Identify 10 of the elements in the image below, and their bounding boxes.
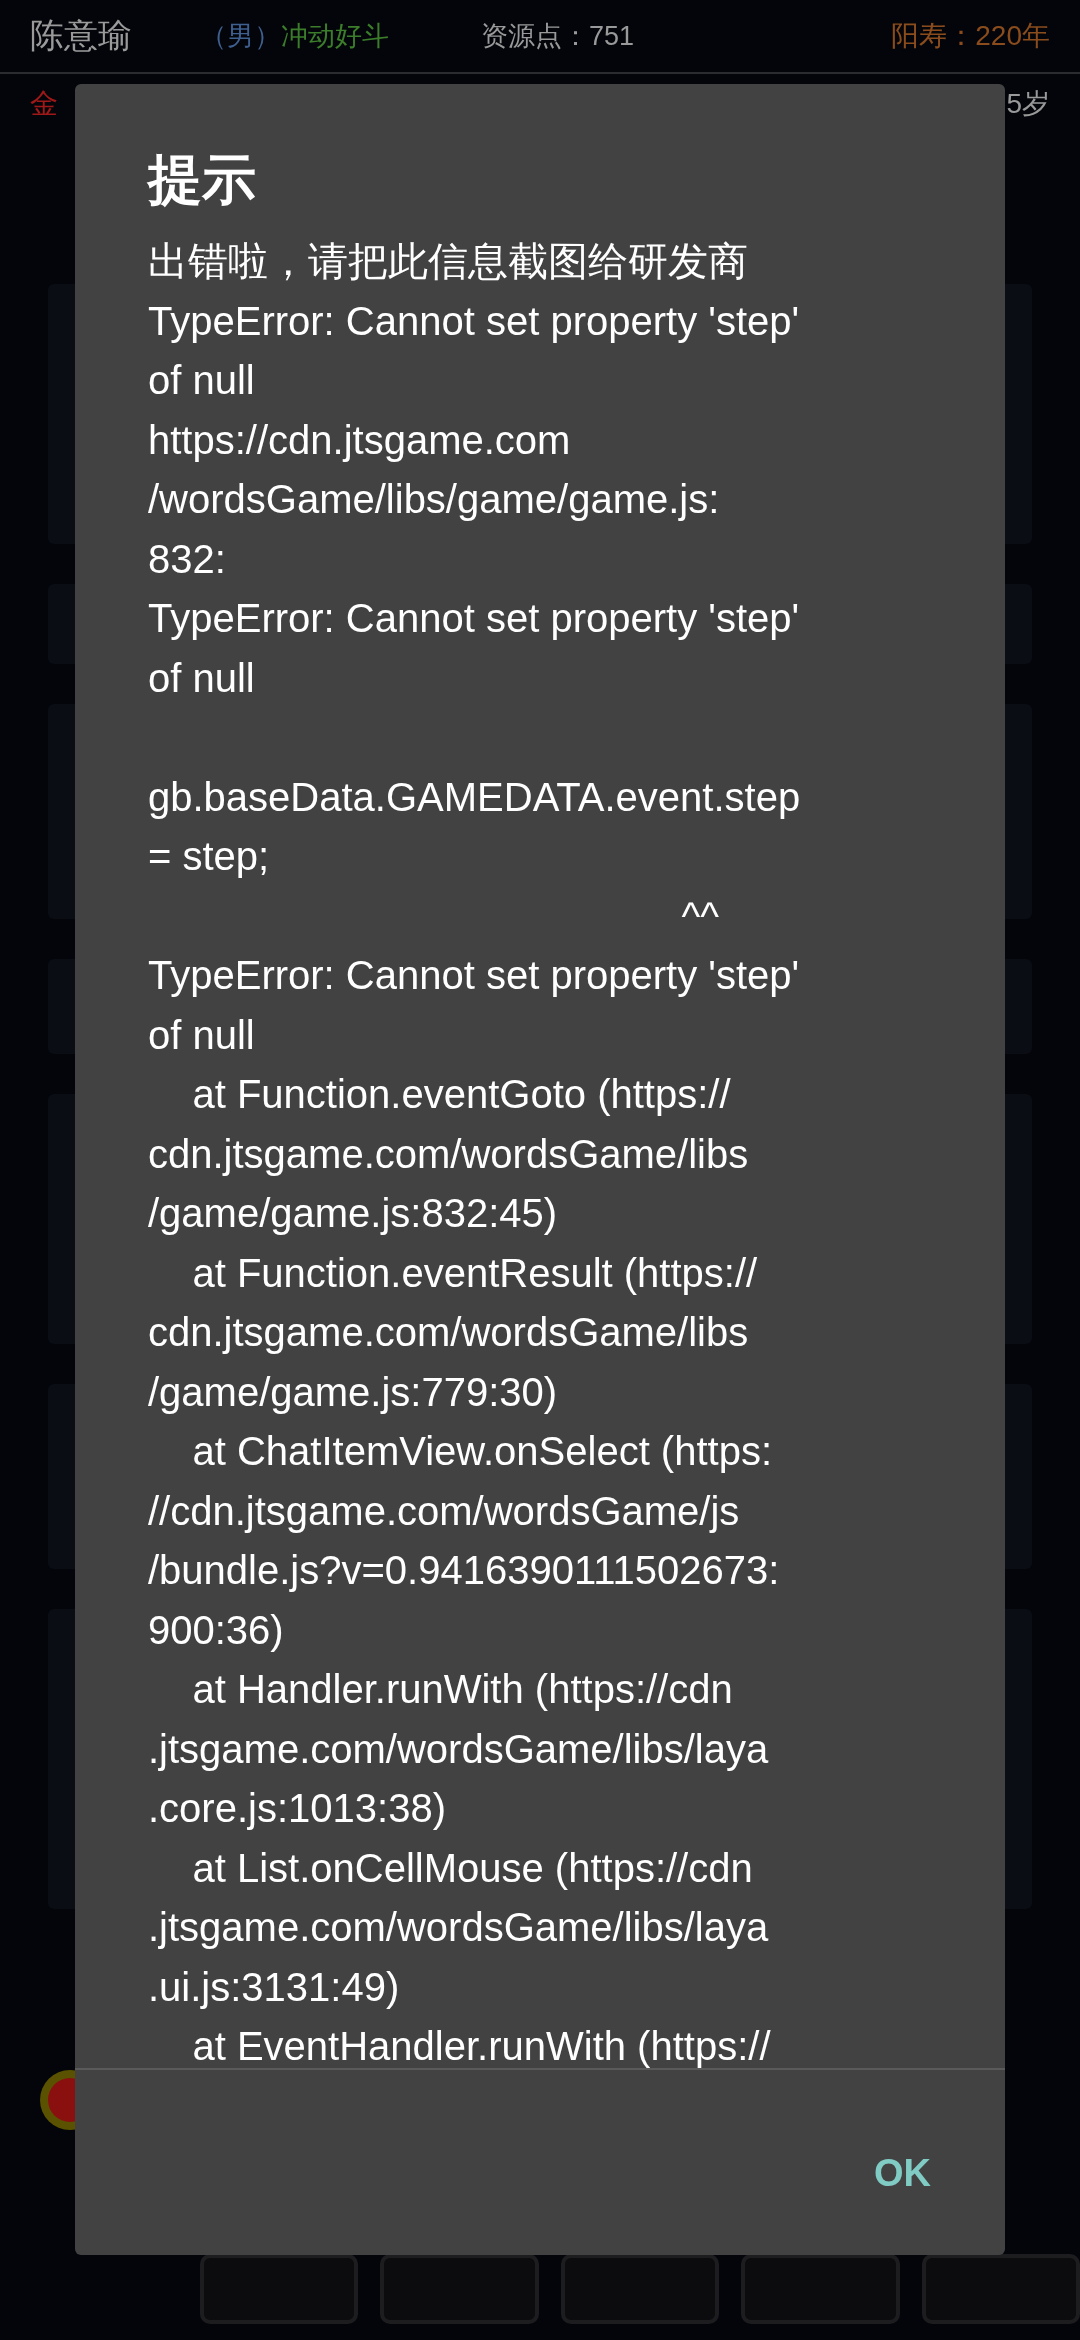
realm-label: 金 xyxy=(30,87,58,121)
ok-button[interactable]: OK xyxy=(850,2132,955,2215)
age-label: 5岁 xyxy=(1006,87,1050,121)
error-message: 出错啦，请把此信息截图给研发商 TypeError: Cannot set property 'step' of null https://cdn.jtsgame.com /wordsGame/libs/game/game.js: 832: TypeError: Cannot set property 'step' of null gb.baseData.GAMEDATA.event.step = step; ^^ TypeError: Cannot set property 'step' of null at Function.eventGoto (https:// cdn.jtsgame.com/wordsGame/libs /game/game.js:832:45) at Function.eventResult (https:// cdn.jtsgame.com/wordsGame/libs /game/game.js:779:30) at ChatItemView.onSelect (https: //cdn.jtsgame.com/wordsGame/js /bundle.js?v=0.9416390111502673: 900:36) at Handler.runWith (https://cdn .jtsgame.com/wordsGame/libs/laya .core.js:1013:38) at List.onCellMouse (https://cdn .jtsgame.com/wordsGame/libs/laya .ui.js:3131:49) at EventHandler.runWith (https:// xyxy=(148,238,802,2068)
resource-points: 资源点：751 xyxy=(481,20,635,53)
trait-label: 冲动好斗 xyxy=(281,20,390,53)
lifespan-label: 阳寿：220年 xyxy=(891,19,1050,53)
dialog-title: 提示 xyxy=(146,148,257,210)
gender-label: （男） xyxy=(200,20,281,53)
player-name: 陈意瑜 xyxy=(30,15,133,56)
